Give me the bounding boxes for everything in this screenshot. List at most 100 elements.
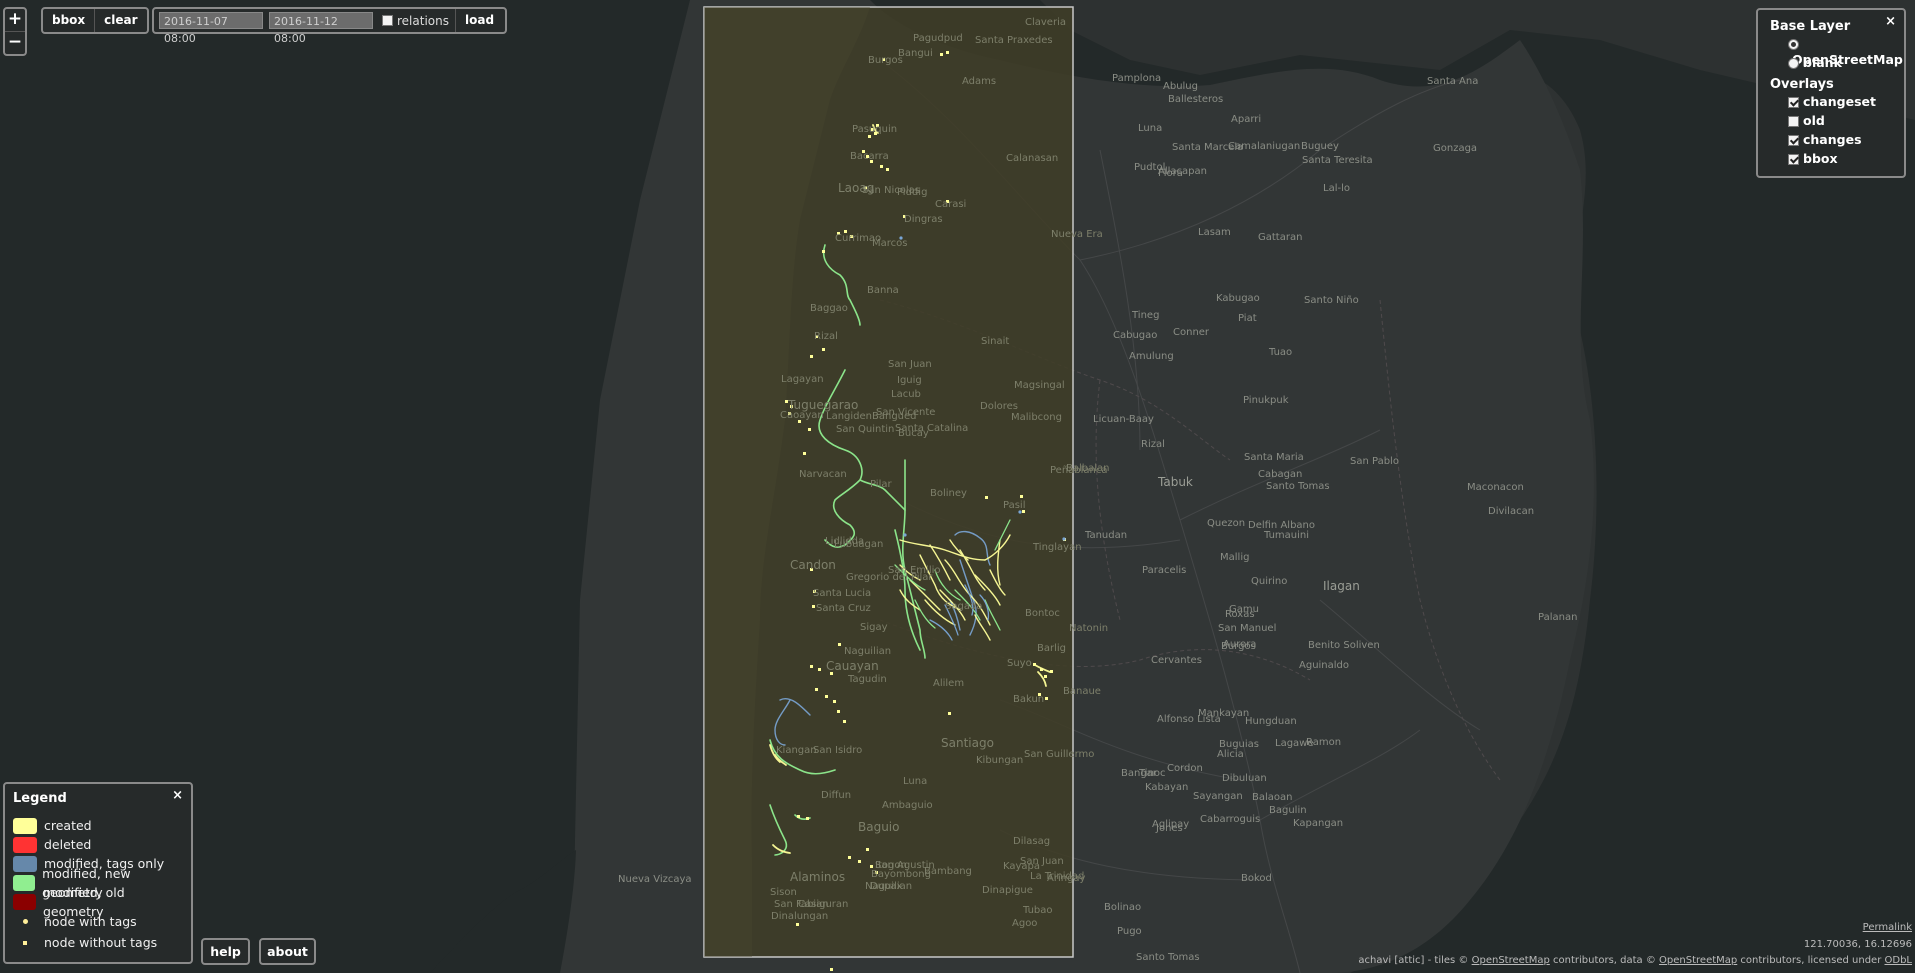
place-label: Santa Ana — [1427, 76, 1479, 87]
osm-link[interactable]: OpenStreetMap — [1659, 955, 1737, 966]
load-button[interactable]: load — [454, 9, 503, 32]
place-label: Santa Praxedes — [975, 35, 1053, 46]
place-label: Aguinaldo — [1299, 660, 1350, 671]
from-date-input[interactable]: 2016-11-07 08:00 — [159, 12, 263, 45]
place-label: Gattaran — [1258, 232, 1303, 243]
place-label: San Guillermo — [1024, 749, 1095, 760]
place-label: Dolores — [980, 401, 1018, 412]
place-label: Cervantes — [1151, 655, 1202, 666]
osm-link[interactable]: OpenStreetMap — [1472, 955, 1550, 966]
place-label: San Juan — [888, 359, 932, 370]
map-canvas[interactable]: Claveria Pagudpud Santa Praxedes Bangui Burg… — [0, 0, 1915, 973]
base-layer-title: Base Layer — [1770, 19, 1851, 34]
place-label: Mallig — [1220, 552, 1250, 563]
place-label: Tineg — [1132, 310, 1160, 321]
help-button[interactable]: help — [201, 938, 250, 965]
legend-item-modified-old: modified, old geometry — [13, 885, 183, 919]
radio-icon[interactable] — [1788, 39, 1799, 50]
place-label: Burgos — [868, 55, 903, 66]
checkbox-icon[interactable] — [1788, 97, 1799, 108]
place-label: Maconacon — [1467, 482, 1524, 493]
place-label: Pinukpuk — [1243, 395, 1289, 406]
place-label: Natonin — [1069, 623, 1109, 634]
place-label: Sison — [770, 887, 797, 898]
place-label: Piat — [1238, 313, 1257, 324]
place-label: Kiangan — [776, 745, 817, 756]
checkbox-icon[interactable] — [1788, 135, 1799, 146]
bbox-button[interactable]: bbox — [43, 9, 94, 32]
relations-checkbox[interactable] — [382, 15, 393, 26]
place-label: Mankayan — [1198, 708, 1250, 719]
place-label: Jones — [1156, 823, 1183, 834]
place-label: Cauayan — [826, 659, 879, 673]
place-label: Kapangan — [1293, 818, 1344, 829]
place-label: Divilacan — [1488, 506, 1535, 517]
layer-switcher: × Base Layer OpenStreetMap blank Overlay… — [1756, 8, 1906, 178]
legend-swatch — [13, 836, 37, 853]
base-layer-osm[interactable]: OpenStreetMap — [1788, 36, 1903, 67]
overlay-old[interactable]: old — [1788, 113, 1892, 129]
place-label: Agoo — [1012, 918, 1038, 929]
place-label: Flora — [1158, 168, 1183, 179]
place-label: Magsingal — [1014, 380, 1065, 391]
zoom-in-button[interactable]: + — [5, 9, 25, 31]
odbl-link[interactable]: ODbL — [1885, 955, 1913, 966]
legend-title: Legend — [13, 791, 67, 806]
place-label: Quezon — [1207, 518, 1246, 529]
place-label: Claveria — [1025, 17, 1066, 28]
place-label: Kabugao — [1216, 293, 1260, 304]
place-label: Licuan-Baay — [1093, 414, 1154, 425]
place-label: Dinapigue — [982, 885, 1033, 896]
place-label: Sinait — [981, 336, 1010, 347]
place-label: Pugo — [1117, 926, 1142, 937]
place-label: Dilasag — [1013, 836, 1051, 847]
zoom-control: + − — [3, 7, 27, 56]
place-label: Ramon — [1306, 737, 1342, 748]
place-label: Lagayan — [781, 374, 824, 385]
place-label: Tumauini — [1264, 530, 1310, 541]
place-label: Tagudin — [848, 674, 887, 685]
place-label: Tinoc — [1139, 768, 1166, 779]
place-label: Tinglayan — [1033, 542, 1082, 553]
place-label: Sigay — [860, 622, 888, 633]
checkbox-icon[interactable] — [1788, 116, 1799, 127]
place-label: Kabayan — [1145, 782, 1189, 793]
place-label: Cabagan — [1258, 469, 1303, 480]
place-label: Aringay — [1047, 873, 1086, 884]
clear-button[interactable]: clear — [94, 9, 146, 32]
place-label: Carasi — [935, 199, 967, 210]
overlay-bbox[interactable]: bbox — [1788, 151, 1892, 167]
place-label: Cabugao — [1113, 330, 1158, 341]
place-label: Bolinao — [1104, 902, 1142, 913]
place-label: Tuao — [1269, 347, 1293, 358]
zoom-out-button[interactable]: − — [5, 31, 25, 54]
place-label: Luna — [1138, 123, 1163, 134]
place-label: Pamplona — [1112, 73, 1162, 84]
about-button[interactable]: about — [259, 938, 316, 965]
place-label: Calanasan — [1006, 153, 1059, 164]
place-label: Santo Tomas — [1136, 952, 1200, 963]
place-label: Santa Teresita — [1302, 155, 1373, 166]
overlay-changes[interactable]: changes — [1788, 132, 1892, 148]
to-date-input[interactable]: 2016-11-12 08:00 — [269, 12, 373, 45]
layer-switcher-close-icon[interactable]: × — [1885, 14, 1896, 29]
place-label: Dingras — [904, 214, 943, 225]
overlay-changeset[interactable]: changeset — [1788, 94, 1892, 110]
legend-swatch — [13, 893, 36, 910]
place-label: Baguio — [858, 820, 900, 834]
attribution: achavi [attic] - tiles © OpenStreetMap c… — [1358, 955, 1912, 966]
place-label: Balbalan — [1066, 463, 1110, 474]
permalink-link[interactable]: Permalink — [1863, 922, 1912, 933]
legend-close-icon[interactable]: × — [172, 788, 183, 803]
place-label: Langiden — [826, 411, 873, 422]
place-label: Marcos — [872, 238, 908, 249]
place-label: Sagada — [945, 601, 983, 612]
place-label: Alaminos — [790, 870, 846, 884]
place-label: Abulug — [1163, 81, 1198, 92]
checkbox-icon[interactable] — [1788, 154, 1799, 165]
map-background — [0, 0, 1915, 973]
place-label: Lidlidda — [825, 536, 865, 547]
place-label: Adams — [962, 76, 997, 87]
place-label: Caoayan — [780, 410, 824, 421]
radio-icon[interactable] — [1788, 58, 1799, 69]
